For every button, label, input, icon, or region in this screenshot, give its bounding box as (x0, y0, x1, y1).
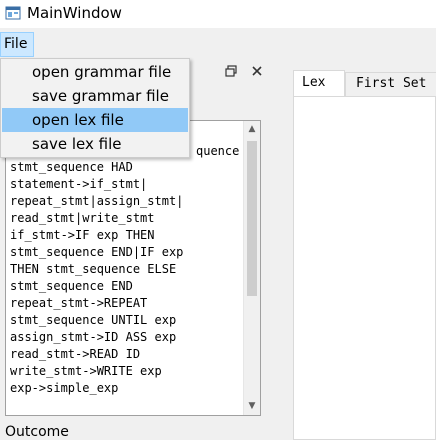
editor-text: HAD statement|statement| stmt_sequence H… (10, 142, 240, 397)
scroll-down-icon[interactable]: ▼ (244, 398, 260, 415)
editor-line: repeat_stmt->REPEAT (10, 296, 148, 310)
editor-line: stmt_sequence HAD (10, 160, 133, 174)
menu-item-save-grammar[interactable]: save grammar file (2, 84, 188, 108)
tab-widget: First Set Lex (273, 66, 436, 440)
editor-scrollbar[interactable]: ▲ ▼ (243, 121, 260, 415)
editor-line: repeat_stmt|assign_stmt| (10, 194, 184, 208)
grammar-editor[interactable]: quence HAD statement|statement| stmt_seq… (5, 120, 261, 416)
app-icon (5, 6, 21, 20)
editor-line: THEN stmt_sequence ELSE (10, 262, 177, 276)
editor-line: exp->simple_exp (10, 381, 119, 395)
scroll-thumb[interactable] (247, 141, 257, 296)
menu-bar: File (0, 28, 436, 58)
menu-file[interactable]: File (0, 32, 34, 57)
tab-lex[interactable]: Lex (293, 70, 345, 96)
restore-icon[interactable] (222, 62, 240, 80)
editor-line: read_stmt->READ ID (10, 347, 141, 361)
editor-line: assign_stmt->ID ASS exp (10, 330, 177, 344)
close-icon[interactable] (248, 62, 266, 80)
title-bar: MainWindow (0, 0, 436, 28)
tab-first-set[interactable]: First Set (345, 72, 436, 96)
tab-pane (293, 96, 436, 440)
editor-line: read_stmt|write_stmt (10, 211, 155, 225)
editor-line: stmt_sequence END|IF exp (10, 245, 184, 259)
editor-line: stmt_sequence END (10, 279, 133, 293)
menu-item-open-grammar[interactable]: open grammar file (2, 60, 188, 84)
editor-line: stmt_sequence UNTIL exp (10, 313, 177, 327)
editor-line: statement->if_stmt| (10, 177, 148, 191)
scroll-up-icon[interactable]: ▲ (244, 121, 260, 138)
menu-item-open-lex[interactable]: open lex file (2, 108, 188, 132)
window-title: MainWindow (27, 4, 122, 22)
editor-line: write_stmt->WRITE exp (10, 364, 162, 378)
outcome-label: Outcome (5, 424, 69, 440)
file-menu-dropdown: open grammar file save grammar file open… (0, 58, 190, 158)
menu-item-save-lex[interactable]: save lex file (2, 132, 188, 156)
editor-line: if_stmt->IF exp THEN (10, 228, 155, 242)
